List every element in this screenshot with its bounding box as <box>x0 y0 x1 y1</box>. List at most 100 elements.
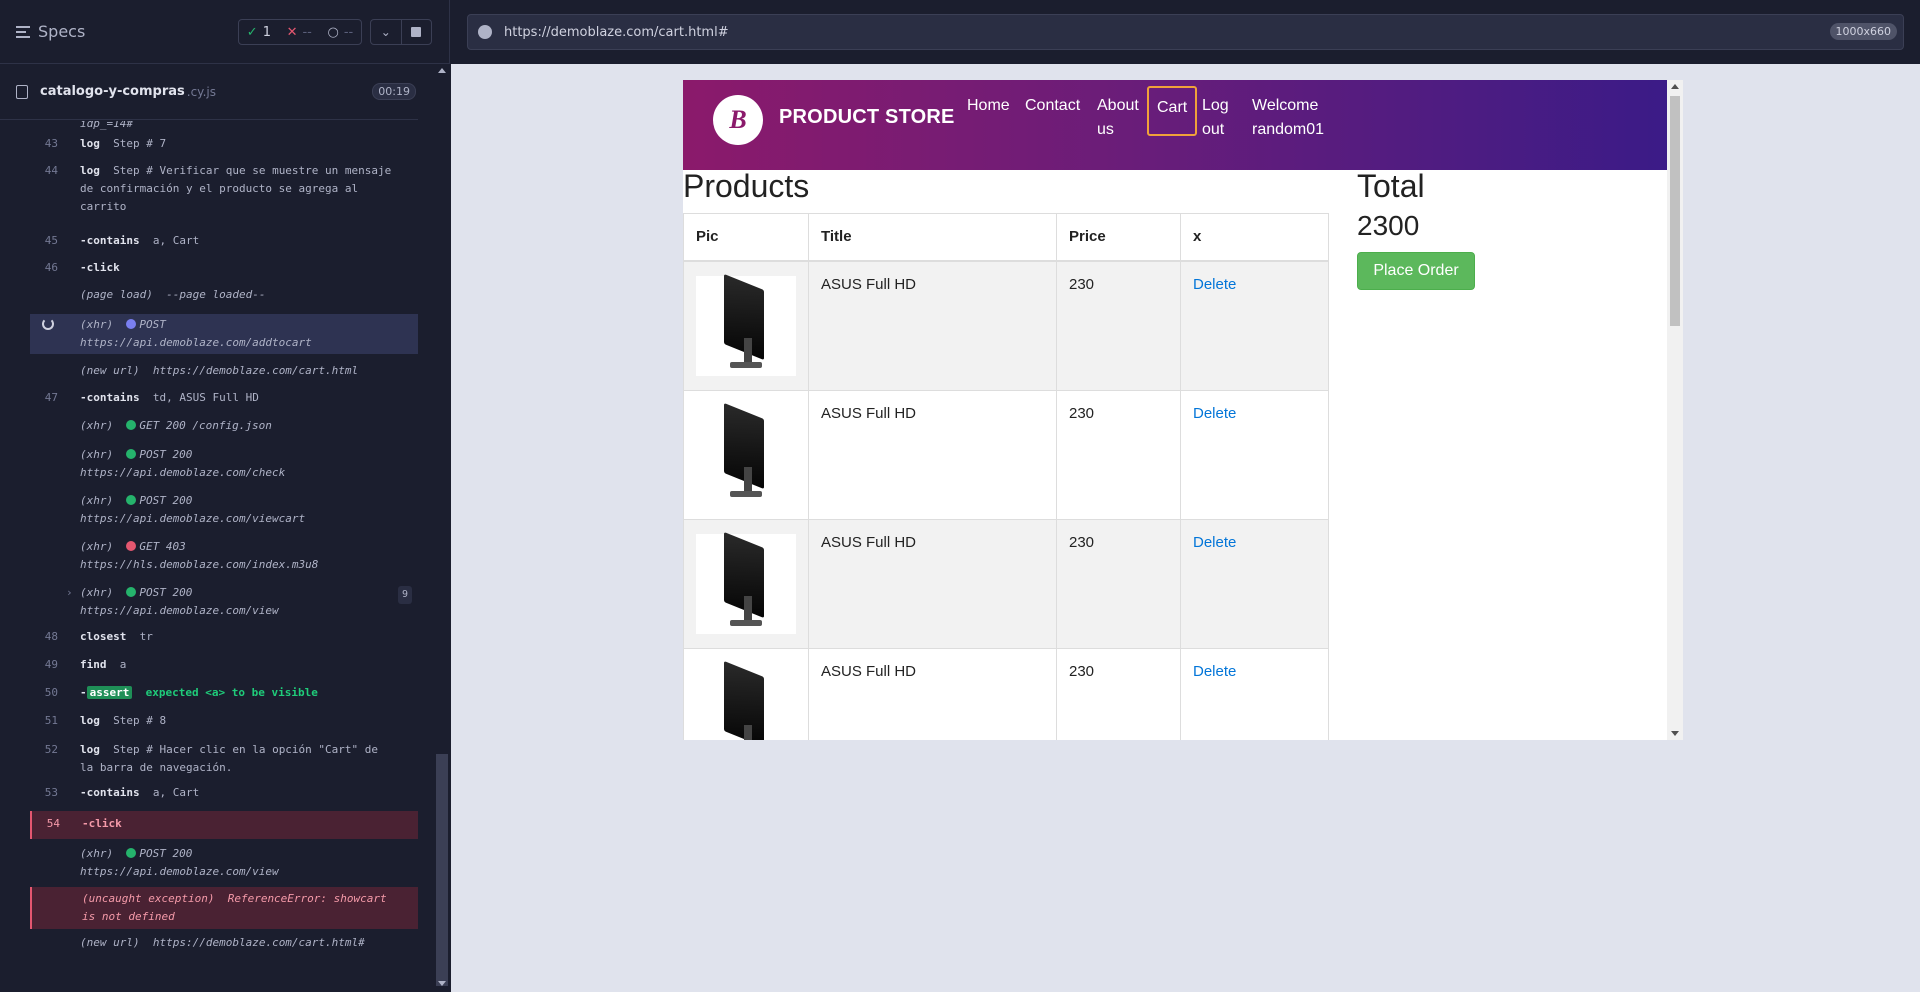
assert-message: expected <box>145 686 199 699</box>
nav-welcome-user[interactable]: Welcome random01 <box>1252 94 1324 142</box>
scrollbar-thumb[interactable] <box>436 754 448 986</box>
action-cell: Delete <box>1180 647 1329 740</box>
username: random01 <box>1252 121 1325 138</box>
command-row[interactable]: 47 -contains td, ASUS Full HD <box>30 391 418 411</box>
command-row[interactable]: › (xhr) POST 200 9 https://api.demoblaze… <box>30 584 418 624</box>
app-under-test: B PRODUCT STORE Home Contact About us Ca… <box>683 80 1683 740</box>
column-header: Price <box>1056 213 1181 262</box>
command-number: 46 <box>44 261 58 274</box>
status-dot-icon <box>126 587 137 597</box>
command-list: idp_=14# 43 log Step # 7 44 log Step # V… <box>30 121 418 966</box>
command-row-failed[interactable]: 54 -click <box>30 811 418 839</box>
command-row-active[interactable]: (xhr) POST https://api.demoblaze.com/add… <box>30 314 418 354</box>
command-name: log <box>80 137 100 150</box>
command-row[interactable]: idp_=14# <box>30 121 418 135</box>
command-row[interactable]: 43 log Step # 7 <box>30 137 418 157</box>
command-message: Step # Verificar que se muestre un mensa… <box>113 164 392 177</box>
command-message: Step # Hacer clic en la opción "Cart" de <box>113 743 379 756</box>
brand-name[interactable]: PRODUCT STORE <box>779 106 955 129</box>
command-url: idp_=14# <box>80 121 133 130</box>
command-row[interactable]: (xhr) GET 403 https://hls.demoblaze.com/… <box>30 538 418 578</box>
command-number: 52 <box>44 743 58 756</box>
app-scrollbar[interactable] <box>1667 80 1683 740</box>
brand-logo-icon[interactable]: B <box>713 95 763 145</box>
xhr-status: POST 200 <box>139 847 193 860</box>
delete-link[interactable]: Delete <box>1193 405 1236 422</box>
nav-contact[interactable]: Contact <box>1025 94 1080 118</box>
command-number: 51 <box>44 714 58 727</box>
product-title: ASUS Full HD <box>808 389 1057 520</box>
stop-icon <box>411 27 422 37</box>
nav-home[interactable]: Home <box>967 94 1010 118</box>
xhr-url: https://api.demoblaze.com/viewcart <box>80 512 306 525</box>
command-row[interactable]: 44 log Step # Verificar que se muestre u… <box>30 162 418 213</box>
uncaught-exception-row[interactable]: (uncaught exception) ReferenceError: sho… <box>30 887 418 929</box>
command-log-scrollbar[interactable] <box>434 64 450 992</box>
command-number: 54 <box>46 817 60 830</box>
command-row[interactable]: (xhr) POST 200 https://api.demoblaze.com… <box>30 492 418 532</box>
product-price: 230 <box>1056 518 1181 649</box>
spec-duration: 00:19 <box>372 83 416 100</box>
xhr-url: https://api.demoblaze.com/check <box>80 466 286 479</box>
nav-about-line-1: About <box>1097 97 1139 114</box>
nav-logout-line-1: Log <box>1202 97 1229 114</box>
table-row: ASUS Full HD 230 Delete <box>683 389 1329 520</box>
command-kind: (new url) <box>80 364 140 377</box>
product-pic-cell <box>683 260 809 391</box>
product-pic-cell <box>683 389 809 520</box>
command-row[interactable]: (new url) https://demoblaze.com/cart.htm… <box>30 364 418 384</box>
browser-preview: https://demoblaze.com/cart.html# 1000x66… <box>451 0 1920 992</box>
status-dot-icon <box>126 420 137 430</box>
command-row[interactable]: 45 -contains a, Cart <box>30 234 418 254</box>
chevron-right-icon[interactable]: › <box>66 584 73 602</box>
command-name: closest <box>80 630 127 643</box>
command-row[interactable]: (new url) https://demoblaze.com/cart.htm… <box>30 936 418 956</box>
cart-table: Pic Title Price x ASUS Full HD 230 Delet… <box>683 213 1329 740</box>
stop-button[interactable] <box>402 20 432 44</box>
file-icon <box>16 84 28 99</box>
action-cell: Delete <box>1180 389 1329 520</box>
command-row[interactable]: 51 log Step # 8 <box>30 714 418 734</box>
scrollbar-thumb[interactable] <box>1670 96 1680 326</box>
nav-cart[interactable]: Cart <box>1147 86 1198 136</box>
chevron-down-icon[interactable]: ⌄ <box>371 20 402 44</box>
specs-list-icon <box>16 25 30 38</box>
pending-stat: ○ -- <box>327 25 353 40</box>
scroll-down-icon[interactable] <box>438 981 446 986</box>
monitor-product-image <box>696 273 796 376</box>
command-kind: (new url) <box>80 936 140 949</box>
scroll-up-icon[interactable] <box>438 68 446 73</box>
command-row[interactable]: (xhr) GET 200 /config.json <box>30 419 418 439</box>
command-row[interactable]: 53 -contains a, Cart <box>30 786 418 806</box>
url-bar[interactable]: https://demoblaze.com/cart.html# 1000x66… <box>467 14 1904 50</box>
failed-count: -- <box>302 24 312 40</box>
nav-logout[interactable]: Log out <box>1202 94 1229 142</box>
status-dot-icon <box>126 495 137 505</box>
specs-button[interactable]: Specs <box>16 22 85 41</box>
delete-link[interactable]: Delete <box>1193 276 1236 293</box>
command-kind: (xhr) <box>80 847 114 860</box>
command-row[interactable]: 49 find a <box>30 658 418 678</box>
command-row[interactable]: (xhr) POST 200 https://api.demoblaze.com… <box>30 845 418 885</box>
command-row[interactable]: 50 - assert expected <a> to be visible <box>30 686 418 706</box>
command-name: log <box>80 714 100 727</box>
status-dot-icon <box>126 319 137 329</box>
command-name: -contains <box>80 234 140 247</box>
delete-link[interactable]: Delete <box>1193 663 1236 680</box>
product-pic-cell <box>683 647 809 740</box>
nav-about-us[interactable]: About us <box>1097 94 1139 142</box>
error-message: ReferenceError: showcart <box>227 892 387 905</box>
command-name: -click <box>82 817 122 830</box>
command-row[interactable]: 46 -click <box>30 261 418 281</box>
command-row[interactable]: 52 log Step # Hacer clic en la opción "C… <box>30 741 418 779</box>
column-header: Title <box>808 213 1057 262</box>
place-order-button[interactable]: Place Order <box>1357 252 1475 290</box>
scroll-up-icon[interactable] <box>1671 84 1679 89</box>
viewport-size-badge[interactable]: 1000x660 <box>1829 23 1897 40</box>
command-row[interactable]: (page load) --page loaded-- <box>30 288 418 308</box>
command-row[interactable]: 48 closest tr <box>30 630 418 650</box>
command-row[interactable]: (xhr) POST 200 https://api.demoblaze.com… <box>30 446 418 486</box>
scroll-down-icon[interactable] <box>1671 731 1679 736</box>
delete-link[interactable]: Delete <box>1193 534 1236 551</box>
xhr-status: POST 200 <box>139 586 193 599</box>
